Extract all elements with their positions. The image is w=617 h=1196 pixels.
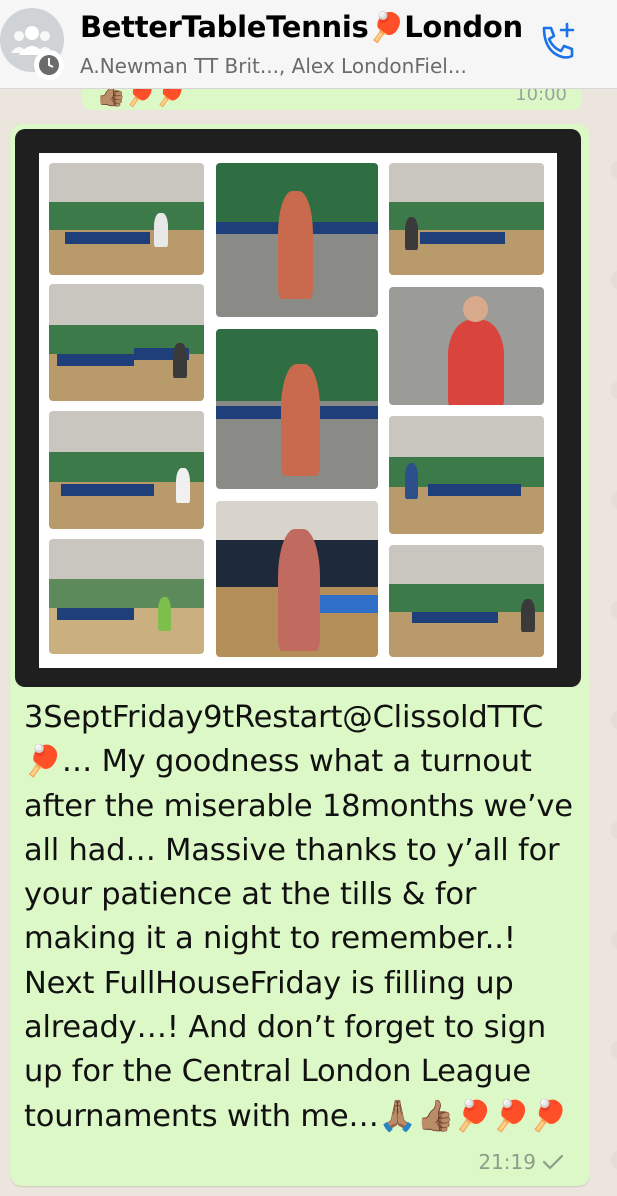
collage-photo: [49, 539, 204, 654]
collage-photo: [389, 163, 544, 275]
chat-title[interactable]: BetterTableTennis🏓London: [80, 10, 523, 45]
collage-photo: [216, 163, 378, 317]
chat-members[interactable]: A.Newman TT Brit..., Alex LondonFiel...: [80, 54, 467, 78]
add-call-button[interactable]: [530, 16, 584, 70]
message-time: 21:19: [478, 1150, 536, 1174]
phone-add-icon: [542, 22, 575, 59]
collage-photo: [49, 411, 204, 529]
photo-collage[interactable]: [39, 153, 557, 668]
message-bubble[interactable]: 3SeptFriday9tRestart@ClissoldTTC 🏓… My g…: [10, 124, 590, 1186]
collage-photo: [49, 284, 204, 401]
collage-photo: [216, 501, 378, 657]
timer-icon: [39, 55, 59, 75]
chat-header: BetterTableTennis🏓London A.Newman TT Bri…: [0, 0, 617, 89]
disappearing-timer-badge: [34, 50, 64, 80]
photo-attachment[interactable]: [15, 129, 581, 687]
message-text: 3SeptFriday9tRestart@ClissoldTTC 🏓… My g…: [24, 700, 583, 1134]
collage-photo: [389, 545, 544, 657]
message-meta: 21:19: [478, 1150, 564, 1174]
collage-photo: [216, 329, 378, 489]
collage-photo: [49, 163, 204, 275]
collage-photo: [389, 287, 544, 405]
collage-photo: [389, 416, 544, 534]
sent-tick-icon: [542, 1154, 564, 1170]
